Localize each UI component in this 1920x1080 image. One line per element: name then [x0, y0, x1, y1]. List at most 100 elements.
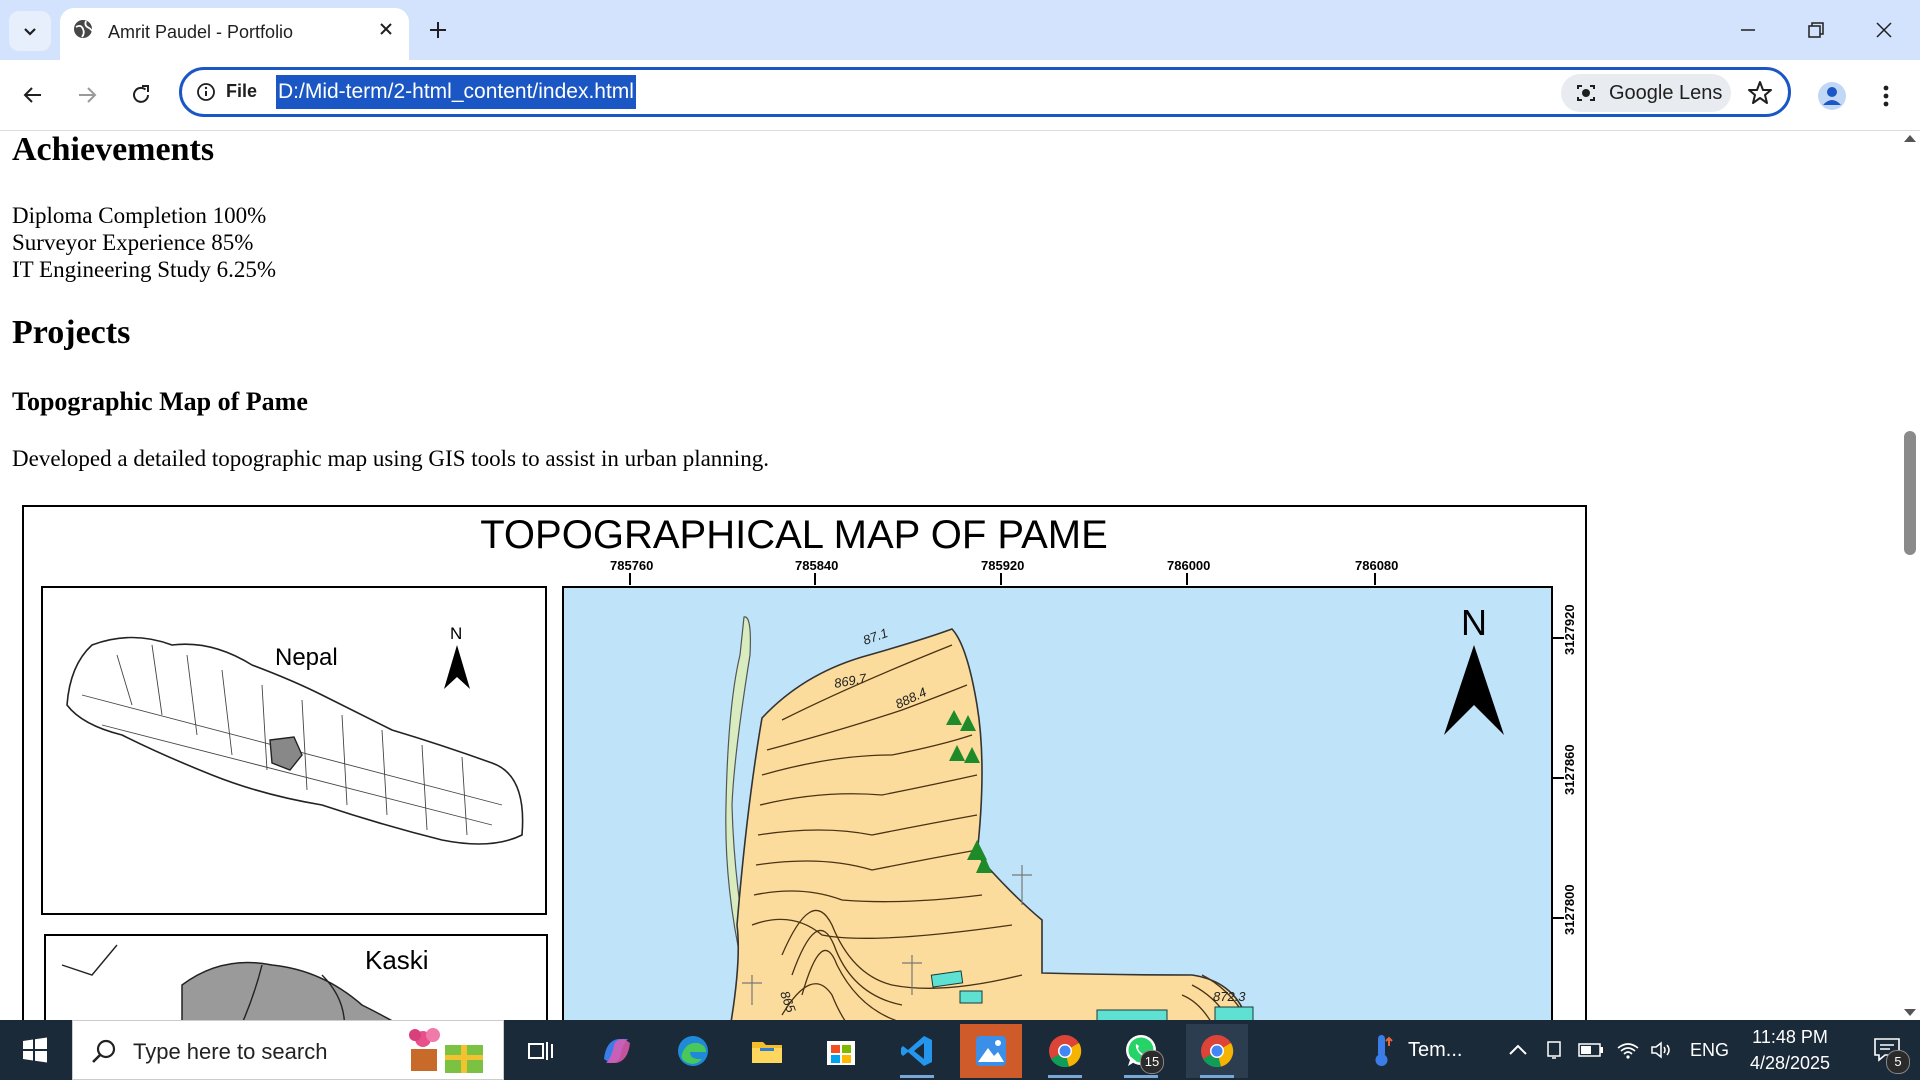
google-lens-label: Google Lens	[1609, 82, 1723, 104]
search-highlight-gift-icon	[409, 1028, 483, 1073]
restore-icon	[1808, 22, 1824, 38]
info-icon[interactable]	[196, 82, 216, 102]
map-x-tick: 785760	[610, 558, 653, 573]
map-y-tick: 3127860	[1562, 744, 1577, 795]
profile-avatar-icon	[1818, 82, 1846, 110]
address-bar[interactable]: File D:/Mid-term/2-html_content/index.ht…	[179, 67, 1791, 117]
achievement-item: IT Engineering Study 6.25%	[12, 257, 277, 282]
taskbar-microsoft-store[interactable]	[810, 1024, 872, 1078]
google-lens-button[interactable]: Google Lens	[1561, 74, 1731, 112]
taskbar-vscode[interactable]	[886, 1024, 948, 1078]
scrollbar-thumb[interactable]	[1904, 431, 1916, 555]
tab-search-button[interactable]	[9, 11, 51, 51]
notification-badge: 5	[1886, 1050, 1910, 1074]
whatsapp-unread-badge: 15	[1140, 1050, 1164, 1074]
close-icon	[1876, 22, 1892, 38]
task-view-icon	[528, 1042, 553, 1060]
page-content: Achievements Diploma Completion 100% Sur…	[0, 131, 1900, 1020]
reload-icon	[133, 85, 149, 103]
store-icon	[827, 1041, 855, 1065]
taskbar-edge[interactable]	[662, 1024, 724, 1078]
camera-lens-icon	[1577, 85, 1595, 101]
projects-heading: Projects	[12, 314, 131, 351]
project-description: Developed a detailed topographic map usi…	[12, 446, 769, 471]
taskbar-task-view[interactable]	[510, 1024, 572, 1078]
close-window-button[interactable]	[1856, 10, 1912, 50]
forward-arrow-icon	[79, 87, 97, 103]
browser-menu-button[interactable]	[1870, 76, 1902, 116]
clock-time: 11:48 PM	[1752, 1027, 1828, 1047]
url-text[interactable]: D:/Mid-term/2-html_content/index.html	[276, 75, 636, 109]
device-icon	[1547, 1041, 1561, 1059]
plus-icon	[430, 22, 446, 38]
weather-label: Tem...	[1408, 1038, 1463, 1061]
taskbar-copilot[interactable]	[586, 1024, 648, 1078]
profile-button[interactable]	[1812, 76, 1852, 116]
active-tab[interactable]: Amrit Paudel - Portfolio	[60, 8, 409, 60]
topographic-map-image: TOPOGRAPHICAL MAP OF PAME 785760 785840 …	[22, 505, 1587, 1020]
chevron-up-icon	[1509, 1044, 1527, 1055]
clock-date: 4/28/2025	[1749, 1053, 1831, 1073]
thermometer-icon	[1375, 1035, 1393, 1066]
bookmark-star-icon[interactable]	[1747, 80, 1773, 106]
tray-battery[interactable]	[1578, 1020, 1604, 1080]
url-scheme-label: File	[226, 81, 258, 101]
tray-volume[interactable]	[1650, 1020, 1674, 1080]
scroll-down-arrow-icon[interactable]	[1904, 1009, 1916, 1016]
map-y-tick: 3127920	[1562, 604, 1577, 655]
map-x-tick: 785840	[795, 558, 838, 573]
notification-center-button[interactable]: 5	[1862, 1020, 1912, 1080]
vscode-icon	[901, 1036, 932, 1066]
forward-button[interactable]	[68, 76, 106, 114]
taskbar-search-box[interactable]: Type here to search	[72, 1020, 504, 1080]
map-inset-north-label: N	[450, 624, 462, 643]
battery-icon	[1578, 1043, 1603, 1057]
minimize-icon	[1741, 29, 1755, 31]
achievement-item: Surveyor Experience 85%	[12, 230, 254, 255]
vertical-scrollbar[interactable]	[1900, 131, 1920, 1020]
back-arrow-icon	[23, 87, 41, 103]
taskbar-chrome[interactable]	[1034, 1024, 1096, 1078]
new-tab-button[interactable]	[422, 14, 454, 46]
tab-title: Amrit Paudel - Portfolio	[108, 22, 294, 42]
start-button[interactable]	[0, 1020, 70, 1080]
taskbar-photos-app[interactable]	[960, 1024, 1022, 1078]
achievement-item: Diploma Completion 100%	[12, 203, 267, 228]
three-dots-vertical-icon	[1883, 85, 1889, 107]
taskbar-whatsapp[interactable]: 15	[1110, 1024, 1172, 1078]
reload-button[interactable]	[122, 76, 160, 114]
project-title: Topographic Map of Pame	[12, 387, 308, 416]
photos-icon	[976, 1036, 1006, 1066]
taskbar-search-placeholder: Type here to search	[133, 1039, 328, 1064]
map-title: TOPOGRAPHICAL MAP OF PAME	[480, 513, 1108, 557]
speaker-icon	[1651, 1041, 1670, 1059]
tray-network[interactable]	[1616, 1020, 1640, 1080]
folder-icon	[752, 1042, 782, 1063]
clock[interactable]: 11:48 PM 4/28/2025	[1730, 1024, 1850, 1076]
restore-button[interactable]	[1788, 10, 1844, 50]
map-x-tick: 786080	[1355, 558, 1398, 573]
windows-logo-icon	[23, 1037, 47, 1063]
browser-toolbar: File D:/Mid-term/2-html_content/index.ht…	[0, 60, 1920, 131]
weather-widget[interactable]: Tem...	[1370, 1020, 1462, 1080]
map-inset-nepal-label: Nepal	[275, 644, 338, 671]
tray-meet-now[interactable]	[1544, 1020, 1564, 1080]
chevron-down-icon	[24, 28, 36, 36]
tab-strip: Amrit Paudel - Portfolio	[0, 0, 1920, 60]
language-indicator[interactable]: ENG	[1690, 1020, 1729, 1080]
map-x-tick: 786000	[1167, 558, 1210, 573]
taskbar-file-explorer[interactable]	[736, 1024, 798, 1078]
contour-label: 872.3	[1213, 989, 1246, 1004]
map-north-label: N	[1461, 602, 1487, 643]
minimize-button[interactable]	[1720, 10, 1776, 50]
globe-icon	[74, 20, 93, 38]
edge-icon	[678, 1036, 708, 1066]
show-hidden-icons-button[interactable]	[1508, 1020, 1528, 1080]
chrome-icon	[1049, 1035, 1082, 1068]
taskbar-chrome-active[interactable]	[1186, 1024, 1248, 1078]
wifi-icon	[1617, 1043, 1639, 1059]
map-inset-kaski-label: Kaski	[365, 945, 429, 975]
scroll-up-arrow-icon[interactable]	[1904, 135, 1916, 142]
back-button[interactable]	[14, 76, 52, 114]
close-tab-icon[interactable]	[377, 20, 395, 38]
